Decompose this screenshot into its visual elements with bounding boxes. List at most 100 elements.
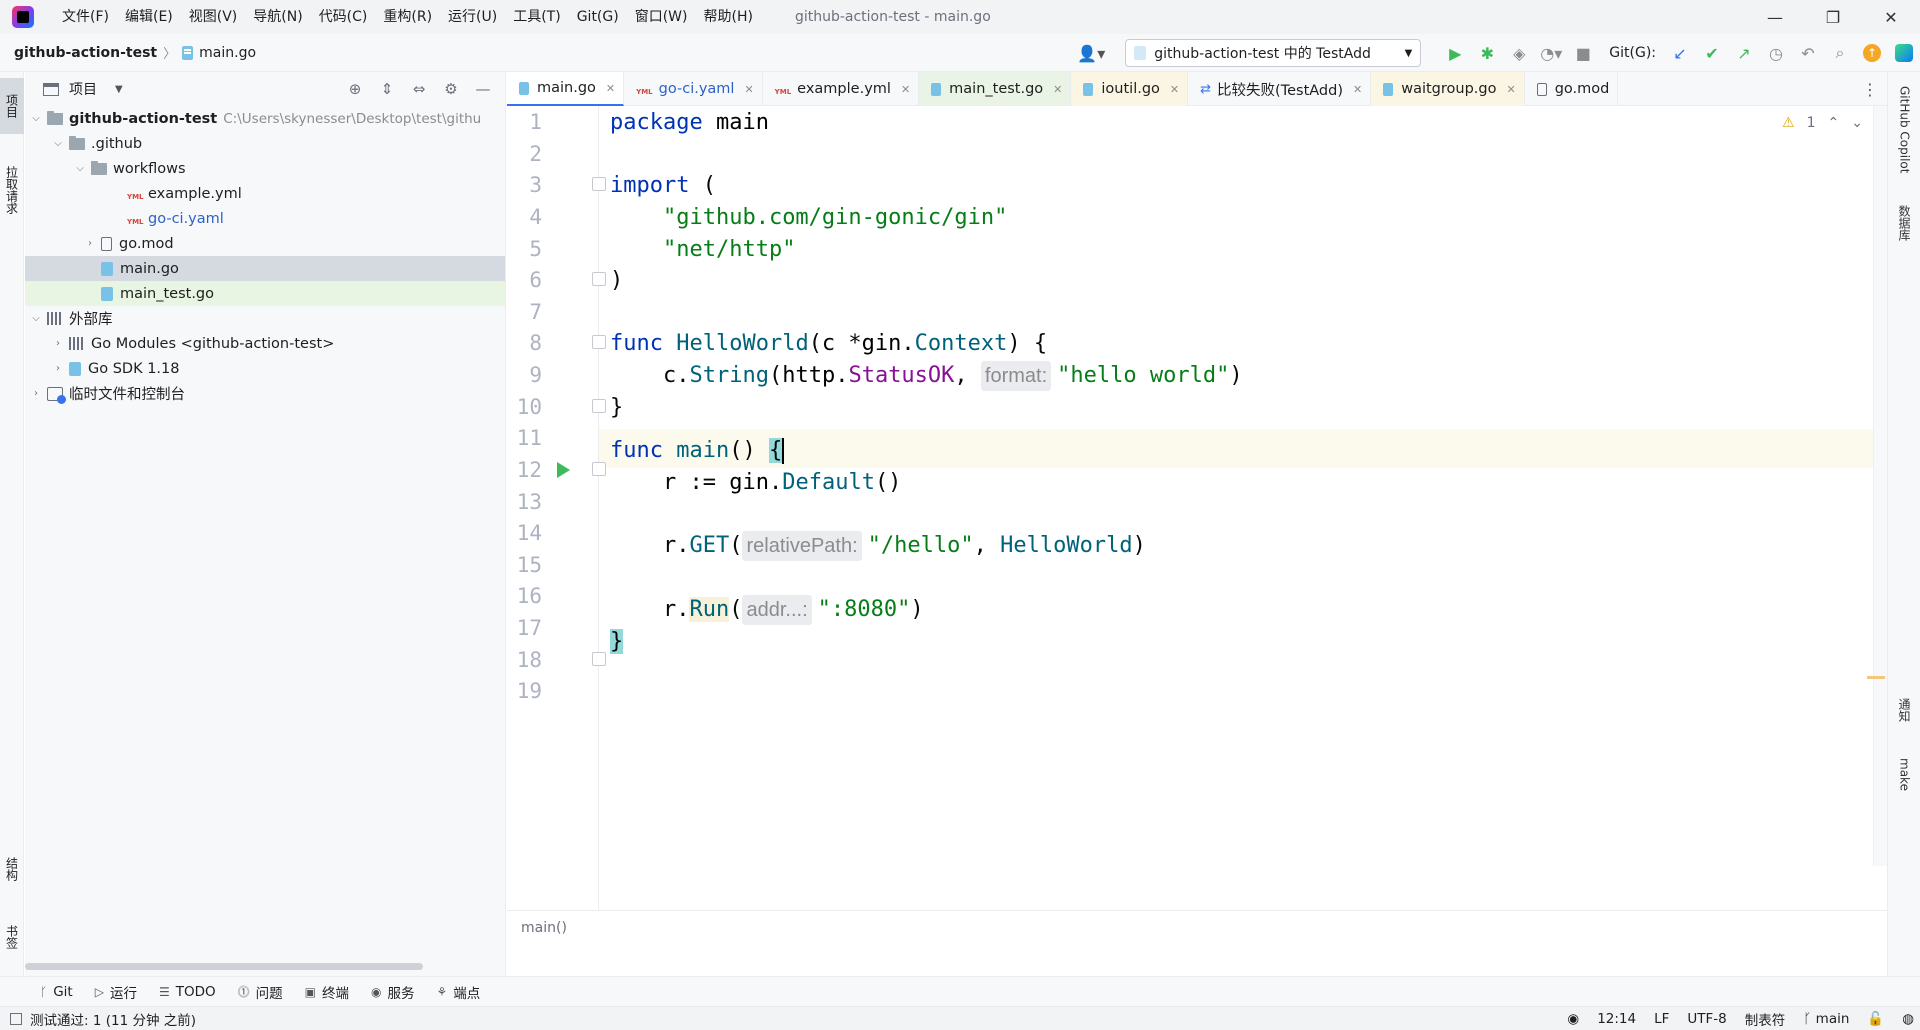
file-encoding[interactable]: UTF-8: [1687, 1011, 1726, 1027]
tree-item-main-go[interactable]: main.go: [25, 256, 505, 281]
editor-gutter[interactable]: 1 2 3 4 5 6 7 8 9 10 11 12 13 14 15 16 1…: [507, 106, 606, 944]
tree-item-go-mod[interactable]: › go.mod: [25, 231, 505, 256]
code-line-1[interactable]: package main: [507, 103, 1887, 142]
tab-main-go[interactable]: main.go ✕: [507, 72, 625, 106]
tab-main-test-go[interactable]: main_test.go ✕: [919, 72, 1072, 106]
run-main-gutter-icon[interactable]: [557, 462, 570, 478]
run-configuration-select[interactable]: github-action-test 中的 TestAdd ▼: [1125, 39, 1422, 67]
fold-marker-icon[interactable]: [592, 399, 606, 413]
horizontal-scrollbar[interactable]: [25, 963, 423, 970]
code-line-15[interactable]: r.GET(relativePath: "/hello", HelloWorld): [507, 526, 1887, 565]
fold-marker-icon[interactable]: [592, 652, 606, 666]
run-tool-button[interactable]: ▷ 运行: [95, 982, 137, 1002]
tab-go-mod[interactable]: go.mod: [1525, 72, 1619, 106]
code-editor[interactable]: package main import ( "github.com/gin-go…: [507, 106, 1887, 944]
status-message-area[interactable]: 测试通过: 1 (11 分钟 之前): [10, 1009, 196, 1029]
git-rollback-icon[interactable]: ↶: [1792, 38, 1824, 68]
code-line-18[interactable]: }: [507, 622, 1887, 661]
git-branch-widget[interactable]: ᚴ main: [1803, 1011, 1849, 1027]
chevron-right-icon[interactable]: ›: [83, 238, 97, 249]
fold-marker-icon[interactable]: [592, 335, 606, 349]
chevron-down-icon[interactable]: ⌵: [29, 313, 43, 324]
menu-git[interactable]: Git(G): [569, 0, 627, 34]
close-icon[interactable]: ✕: [606, 82, 615, 95]
stop-icon[interactable]: ■: [1567, 38, 1599, 68]
goland-logo-icon[interactable]: [12, 6, 34, 28]
bookmarks-tool-button[interactable]: 书签: [0, 912, 24, 962]
tree-item-scratches[interactable]: › 临时文件和控制台: [25, 381, 505, 406]
menu-refactor[interactable]: 重构(R): [375, 0, 440, 34]
menu-file[interactable]: 文件(F): [54, 0, 117, 34]
next-highlight-icon[interactable]: ⌄: [1851, 115, 1863, 131]
project-tool-button[interactable]: 项目: [0, 78, 24, 134]
tree-item-main-test-go[interactable]: main_test.go: [25, 281, 505, 306]
todo-tool-button[interactable]: ☰ TODO: [159, 984, 216, 1000]
services-tool-button[interactable]: ◉ 服务: [371, 982, 414, 1002]
locate-file-icon[interactable]: ⊕: [339, 80, 371, 98]
memory-indicator-icon[interactable]: ◍: [1902, 1011, 1914, 1027]
copilot-status-icon[interactable]: ◉: [1567, 1011, 1579, 1027]
menu-code[interactable]: 代码(C): [311, 0, 376, 34]
inspection-widget[interactable]: ⚠ 1 ⌃ ⌄: [1782, 106, 1863, 140]
previous-highlight-icon[interactable]: ⌃: [1828, 115, 1840, 131]
chevron-down-icon[interactable]: ⌵: [73, 163, 87, 174]
close-icon[interactable]: ✕: [744, 83, 753, 96]
chevron-down-icon[interactable]: ⌵: [29, 113, 43, 124]
tree-item-project-root[interactable]: ⌵ github-action-test C:\Users\skynesser\…: [25, 106, 505, 131]
git-push-icon[interactable]: ↗: [1728, 38, 1760, 68]
code-line-6[interactable]: ): [507, 261, 1887, 300]
user-profile-icon[interactable]: 👤▾: [1077, 44, 1105, 63]
toolbox-icon[interactable]: [1888, 38, 1920, 68]
tree-item-example-yml[interactable]: YML example.yml: [25, 181, 505, 206]
restore-button[interactable]: ❐: [1804, 0, 1862, 34]
database-tool-button[interactable]: 数据库: [1888, 190, 1920, 256]
collapse-all-icon[interactable]: ⇔: [403, 80, 435, 98]
fold-marker-icon[interactable]: [592, 272, 606, 286]
make-tool-button[interactable]: make: [1888, 746, 1920, 802]
indent-setting[interactable]: 制表符: [1745, 1009, 1786, 1029]
tree-item-go-modules[interactable]: › Go Modules <github-action-test>: [25, 331, 505, 356]
tab-diff-testadd[interactable]: ⇄ 比较失败(TestAdd) ✕: [1188, 72, 1372, 106]
close-window-button[interactable]: ✕: [1862, 0, 1920, 34]
menu-navigate[interactable]: 导航(N): [245, 0, 310, 34]
tab-waitgroup-go[interactable]: waitgroup.go ✕: [1371, 72, 1525, 106]
gear-icon[interactable]: ⚙: [435, 80, 467, 98]
tree-item-workflows-folder[interactable]: ⌵ workflows: [25, 156, 505, 181]
tab-ioutil-go[interactable]: ioutil.go ✕: [1071, 72, 1189, 106]
tree-item-external-libraries[interactable]: ⌵ 外部库: [25, 306, 505, 331]
hide-panel-icon[interactable]: —: [467, 80, 499, 98]
breadcrumb-project[interactable]: github-action-test: [14, 45, 157, 61]
minimize-button[interactable]: —: [1746, 0, 1804, 34]
vertical-scrollbar[interactable]: [1873, 106, 1887, 866]
breadcrumb-file[interactable]: main.go: [182, 45, 256, 61]
chevron-down-icon[interactable]: ▼: [115, 84, 123, 95]
close-icon[interactable]: ✕: [1506, 83, 1515, 96]
code-line-13[interactable]: r := gin.Default(): [507, 463, 1887, 502]
pull-requests-tool-button[interactable]: 拉取请求: [0, 150, 24, 230]
tree-item-go-sdk[interactable]: › Go SDK 1.18: [25, 356, 505, 381]
git-history-icon[interactable]: ◷: [1760, 38, 1792, 68]
lock-icon[interactable]: 🔓: [1867, 1011, 1884, 1027]
terminal-tool-button[interactable]: ▣ 终端: [305, 982, 349, 1002]
warning-stripe-marker[interactable]: [1867, 676, 1885, 679]
code-breadcrumb[interactable]: main(): [507, 910, 1887, 944]
chevron-right-icon[interactable]: ›: [51, 363, 65, 374]
endpoints-tool-button[interactable]: ⚘ 端点: [436, 982, 480, 1002]
run-icon[interactable]: ▶: [1439, 38, 1471, 68]
more-tabs-icon[interactable]: ⋮: [1853, 72, 1887, 106]
tab-go-ci-yaml[interactable]: YML go-ci.yaml ✕: [624, 72, 763, 106]
chevron-right-icon[interactable]: ›: [29, 388, 43, 399]
tool-window-toggle-icon[interactable]: [10, 1012, 22, 1025]
chevron-down-icon[interactable]: ⌵: [51, 138, 65, 149]
menu-edit[interactable]: 编辑(E): [117, 0, 181, 34]
tree-item-github-folder[interactable]: ⌵ .github: [25, 131, 505, 156]
profile-icon[interactable]: ◔▾: [1535, 38, 1567, 68]
menu-run[interactable]: 运行(U): [440, 0, 505, 34]
git-tool-button[interactable]: ᚴ Git: [40, 984, 73, 1000]
fold-marker-icon[interactable]: [592, 177, 606, 191]
close-icon[interactable]: ✕: [1353, 83, 1362, 96]
structure-tool-button[interactable]: 结构: [0, 844, 24, 894]
coverage-icon[interactable]: ◈: [1503, 38, 1535, 68]
debug-icon[interactable]: ✱: [1471, 38, 1503, 68]
caret-position[interactable]: 12:14: [1597, 1011, 1636, 1027]
